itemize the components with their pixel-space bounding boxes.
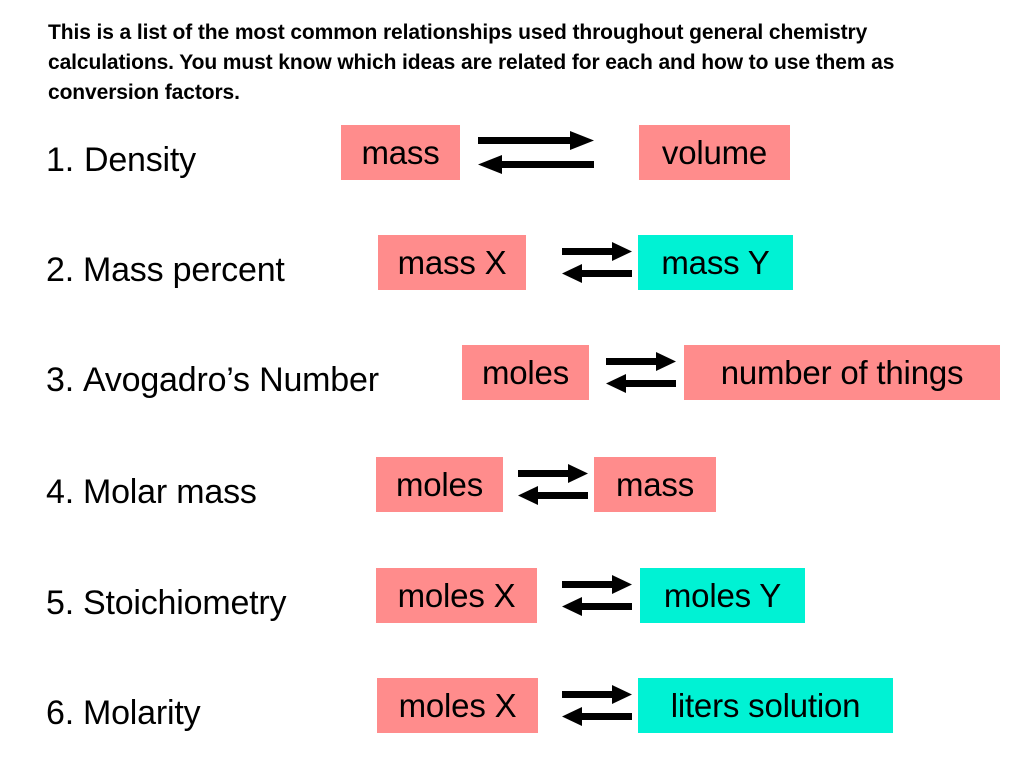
equilibrium-arrows-icon bbox=[604, 345, 678, 400]
row-number: 1. bbox=[46, 140, 74, 179]
equilibrium-arrows-icon bbox=[516, 457, 590, 512]
row-label-molar-mass: 4. Molar mass bbox=[46, 457, 257, 527]
intro-paragraph: This is a list of the most common relati… bbox=[48, 21, 895, 104]
equilibrium-arrows-icon bbox=[476, 125, 596, 180]
row-label-mass-percent: 2. Mass percent bbox=[46, 235, 285, 305]
relationship-row-density: 1. Density mass volume bbox=[0, 125, 1024, 195]
concept-box-right[interactable]: mass Y bbox=[638, 235, 793, 290]
row-number: 2. bbox=[46, 250, 74, 289]
concept-box-right[interactable]: mass bbox=[594, 457, 716, 512]
row-label-text: Avogadro’s Number bbox=[82, 360, 379, 399]
concept-box-right[interactable]: moles Y bbox=[640, 568, 805, 623]
relationship-row-avogadros-number: 3. Avogadro’s Number moles number of thi… bbox=[0, 345, 1024, 415]
concept-box-left[interactable]: moles X bbox=[376, 568, 537, 623]
concept-box-left[interactable]: mass bbox=[341, 125, 460, 180]
row-number: 6. bbox=[46, 693, 74, 732]
concept-box-left[interactable]: moles bbox=[376, 457, 503, 512]
row-label-text: Mass percent bbox=[82, 250, 285, 289]
row-label-text: Density bbox=[83, 140, 196, 179]
relationship-row-stoichiometry: 5. Stoichiometry moles X moles Y bbox=[0, 568, 1024, 638]
relationship-row-mass-percent: 2. Mass percent mass X mass Y bbox=[0, 235, 1024, 305]
concept-box-right[interactable]: number of things bbox=[684, 345, 1000, 400]
row-number: 3. bbox=[46, 360, 74, 399]
row-number: 5. bbox=[46, 583, 74, 622]
row-label-density: 1. Density bbox=[46, 125, 196, 195]
row-label-avogadros-number: 3. Avogadro’s Number bbox=[46, 345, 379, 415]
concept-box-left[interactable]: mass X bbox=[378, 235, 526, 290]
concept-box-left[interactable]: moles X bbox=[377, 678, 538, 733]
equilibrium-arrows-icon bbox=[560, 678, 634, 733]
row-label-text: Molarity bbox=[82, 693, 201, 732]
row-label-stoichiometry: 5. Stoichiometry bbox=[46, 568, 287, 638]
row-label-text: Stoichiometry bbox=[82, 583, 287, 622]
concept-box-right[interactable]: liters solution bbox=[638, 678, 893, 733]
concept-box-left[interactable]: moles bbox=[462, 345, 589, 400]
concept-box-right[interactable]: volume bbox=[639, 125, 790, 180]
equilibrium-arrows-icon bbox=[560, 235, 634, 290]
equilibrium-arrows-icon bbox=[560, 568, 634, 623]
row-number: 4. bbox=[46, 472, 74, 511]
row-label-text: Molar mass bbox=[82, 472, 257, 511]
relationship-row-molar-mass: 4. Molar mass moles mass bbox=[0, 457, 1024, 527]
row-label-molarity: 6. Molarity bbox=[46, 678, 201, 748]
relationship-row-molarity: 6. Molarity moles X liters solution bbox=[0, 678, 1024, 748]
